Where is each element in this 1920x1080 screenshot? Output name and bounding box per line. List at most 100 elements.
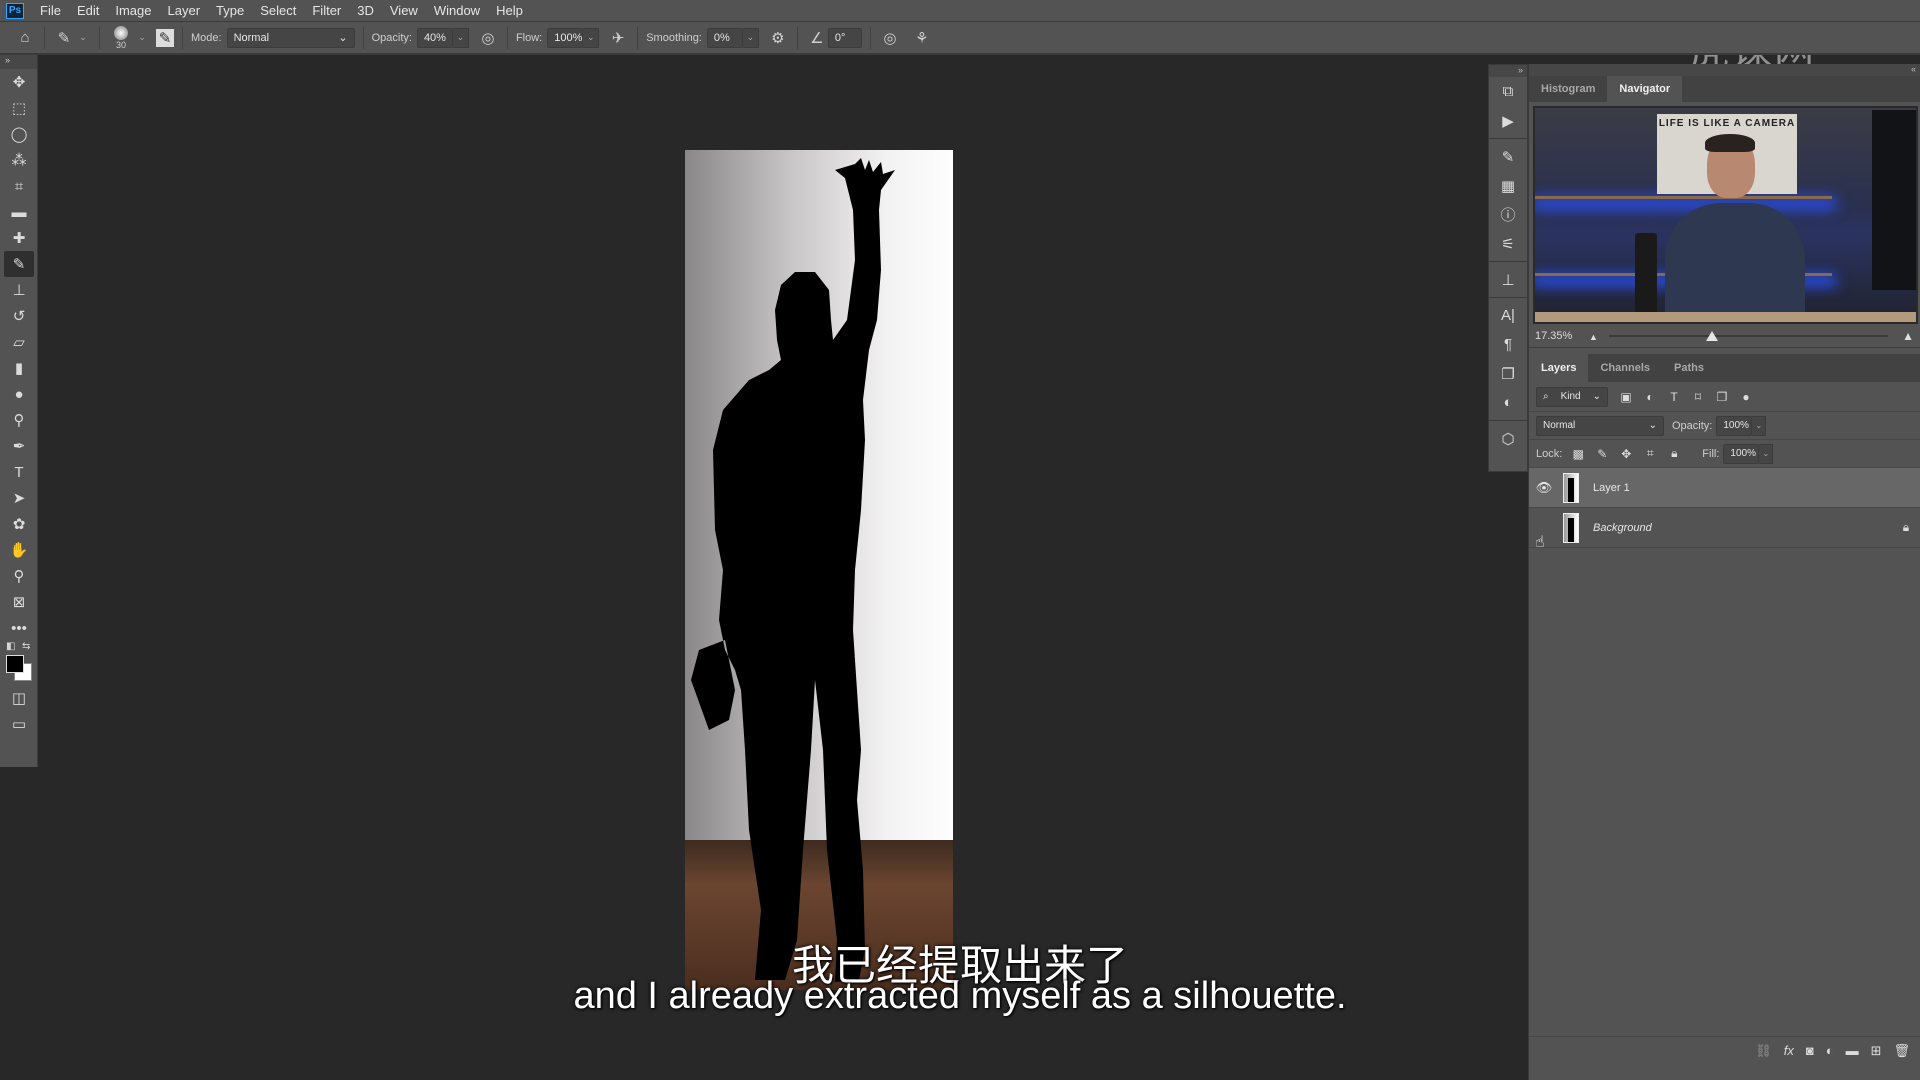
airbrush-icon[interactable]: ✈ [607, 27, 629, 49]
layer-row-layer-1[interactable]: 👁︎ Layer 1 [1529, 468, 1920, 508]
zoom-slider[interactable]: ▲ ▲ [1589, 329, 1914, 343]
menu-file[interactable]: File [32, 3, 69, 18]
opacity-dropdown-icon[interactable]: ⌄ [452, 27, 469, 48]
history-brush-tool-icon[interactable]: ↺ [0, 303, 38, 329]
screen-mode-icon[interactable]: ▭ [0, 711, 38, 737]
brush-preset-picker[interactable]: 30 [108, 25, 134, 50]
zoom-in-icon[interactable]: ▲ [1902, 329, 1914, 343]
layer-opacity-input[interactable]: 100% [1716, 415, 1753, 436]
tab-paths[interactable]: Paths [1662, 354, 1716, 382]
tab-layers[interactable]: Layers [1529, 354, 1589, 382]
filter-type-icon[interactable]: T [1662, 390, 1686, 404]
clone-source-icon[interactable]: ⊥ [1489, 265, 1527, 294]
lock-image-pixels-icon[interactable]: ✎ [1590, 447, 1614, 461]
document-canvas[interactable] [685, 150, 953, 990]
pressure-size-icon[interactable]: ◎ [879, 27, 901, 49]
healing-brush-tool-icon[interactable]: ✚ [0, 225, 38, 251]
shape-tool-icon[interactable]: ✿ [0, 511, 38, 537]
tab-channels[interactable]: Channels [1588, 354, 1662, 382]
smoothing-settings-gear-icon[interactable]: ⚙ [767, 27, 789, 49]
layer-name[interactable]: Background [1593, 522, 1892, 534]
clone-stamp-tool-icon[interactable]: ⊥ [0, 277, 38, 303]
lasso-tool-icon[interactable]: ◯ [0, 121, 38, 147]
dodge-tool-icon[interactable]: ⚲ [0, 407, 38, 433]
menu-type[interactable]: Type [208, 3, 252, 18]
flow-input[interactable]: 100% [547, 27, 584, 48]
history-icon[interactable]: ⧉ [1489, 77, 1527, 106]
layer-lock-icon[interactable]: 🔒︎ [1892, 520, 1920, 535]
crop-tool-icon[interactable]: ⌗ [0, 173, 38, 199]
mask-icon[interactable]: ◙ [1806, 1043, 1814, 1058]
libraries-icon[interactable]: ▦ [1489, 171, 1527, 200]
filter-shape-icon[interactable]: ⌑ [1686, 390, 1710, 404]
lock-transparent-pixels-icon[interactable]: ▩ [1566, 447, 1590, 461]
hand-tool-icon[interactable]: ✋ [0, 537, 38, 563]
adjustments-icon[interactable]: ⚟ [1489, 229, 1527, 258]
fx-icon[interactable]: fx [1784, 1043, 1794, 1058]
lock-artboard-icon[interactable]: ⌗ [1638, 446, 1662, 461]
ruler-tool-icon[interactable]: ▬ [0, 199, 38, 225]
fill-input[interactable]: 100% [1723, 443, 1760, 464]
blur-tool-icon[interactable]: ● [0, 381, 38, 407]
menu-view[interactable]: View [382, 3, 426, 18]
foreground-color-swatch[interactable] [6, 655, 24, 673]
move-tool-icon[interactable]: ✥ [0, 69, 38, 95]
angle-input[interactable]: 0° [827, 27, 862, 48]
dock-collapse-icon[interactable]: » [1489, 65, 1527, 77]
opacity-input[interactable]: 40% [416, 27, 453, 48]
blend-mode-select[interactable]: Normal ⌄ [1536, 415, 1664, 436]
smoothing-input[interactable]: 0% [706, 27, 743, 48]
brush-icon[interactable]: ✎ [53, 27, 75, 49]
eraser-tool-icon[interactable]: ▱ [0, 329, 38, 355]
3d-icon[interactable]: ⬡ [1489, 424, 1527, 453]
adjustment-layer-icon[interactable]: ◐ [1826, 1043, 1834, 1058]
glyphs-icon[interactable]: ❐ [1489, 359, 1527, 388]
zoom-slider-handle[interactable] [1706, 330, 1719, 341]
menu-edit[interactable]: Edit [69, 3, 107, 18]
styles-icon[interactable]: ◐ [1489, 388, 1527, 417]
menu-3d[interactable]: 3D [349, 3, 382, 18]
more-tools-icon[interactable]: ••• [0, 615, 38, 641]
chevron-down-icon[interactable]: ⌄ [134, 28, 150, 48]
zoom-value[interactable]: 17.35% [1535, 330, 1589, 342]
pressure-opacity-icon[interactable]: ◎ [477, 27, 499, 49]
tab-navigator[interactable]: Navigator [1607, 76, 1683, 102]
marquee-tool-icon[interactable]: ⬚ [0, 95, 38, 121]
quick-mask-icon[interactable]: ◫ [0, 685, 38, 711]
kind-filter-select[interactable]: ⌕ Kind ⌄ [1536, 386, 1608, 407]
symmetry-butterfly-icon[interactable]: ⚘ [911, 27, 933, 49]
play-actions-icon[interactable]: ▶ [1489, 106, 1527, 135]
link-icon[interactable]: ⛓ [1755, 1043, 1772, 1059]
zoom-tool-icon[interactable]: ⚲ [0, 563, 38, 589]
path-selection-tool-icon[interactable]: ➤ [0, 485, 38, 511]
new-layer-icon[interactable]: ⊞ [1871, 1043, 1882, 1059]
menu-filter[interactable]: Filter [304, 3, 349, 18]
default-colors-icon[interactable]: ◧ [6, 641, 15, 652]
brush-settings-icon[interactable]: ✎ [1489, 142, 1527, 171]
filter-pixel-icon[interactable]: ▣ [1614, 390, 1638, 404]
filter-smart-object-icon[interactable]: ❐ [1710, 390, 1734, 404]
brush-tool-icon[interactable]: ✎ [4, 251, 34, 277]
mode-select[interactable]: Normal ⌄ [226, 27, 355, 48]
gradient-tool-icon[interactable]: ▮ [0, 355, 38, 381]
fill-dropdown-icon[interactable]: ⌄ [1759, 443, 1774, 464]
lock-all-icon[interactable]: 🔒︎ [1662, 446, 1686, 461]
toolbox-collapse-icon[interactable]: » [0, 55, 37, 69]
info-icon[interactable]: ⓘ [1489, 200, 1527, 229]
layer-opacity-dropdown-icon[interactable]: ⌄ [1752, 415, 1767, 436]
smoothing-dropdown-icon[interactable]: ⌄ [742, 27, 759, 48]
zoom-out-icon[interactable]: ▲ [1589, 332, 1598, 342]
lock-position-icon[interactable]: ✥ [1614, 447, 1638, 461]
photoshop-logo[interactable]: Ps [6, 2, 24, 19]
layer-row-background[interactable]: Background 🔒︎ [1529, 508, 1920, 548]
menu-layer[interactable]: Layer [160, 3, 209, 18]
navigator-thumbnail[interactable]: LIFE IS LIKE A CAMERA [1533, 106, 1918, 324]
trash-icon[interactable]: 🗑︎ [1893, 1043, 1910, 1059]
menu-help[interactable]: Help [488, 3, 531, 18]
filter-toggle-icon[interactable]: ● [1734, 390, 1758, 404]
chevron-down-icon[interactable]: ⌄ [75, 28, 91, 48]
tab-histogram[interactable]: Histogram [1529, 76, 1607, 102]
filter-adjustment-icon[interactable]: ◐ [1638, 390, 1662, 404]
flow-dropdown-icon[interactable]: ⌄ [583, 27, 600, 48]
menu-image[interactable]: Image [107, 3, 159, 18]
